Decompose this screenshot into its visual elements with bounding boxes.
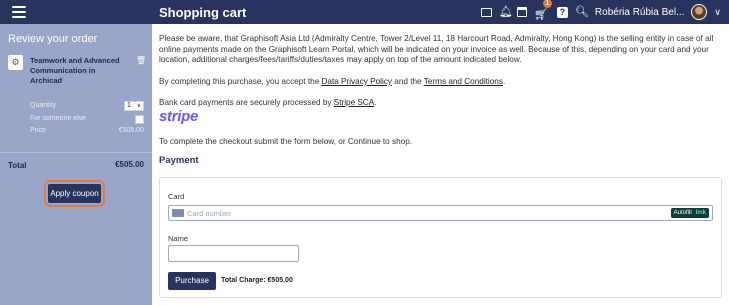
- menu-icon[interactable]: [12, 6, 26, 18]
- total-value: €505.00: [115, 160, 144, 169]
- selling-entity-notice: Please be aware, that Graphisoft Asia Lt…: [159, 34, 714, 64]
- top-bar: Shopping cart 🔔︎ 🛒︎ 1 ? 🔍︎ Robéria Rúbia…: [0, 0, 729, 24]
- apply-coupon-button[interactable]: Apply coupon: [48, 184, 101, 203]
- price-value: €505.00: [118, 127, 144, 134]
- help-icon[interactable]: ?: [556, 6, 568, 18]
- name-input[interactable]: [168, 245, 299, 262]
- cart-button[interactable]: 🛒︎ 1: [533, 0, 552, 21]
- chevron-down-icon[interactable]: ∨: [714, 7, 721, 18]
- payment-heading: Payment: [159, 155, 199, 166]
- bank-prefix: Bank card payments are securely processe…: [159, 98, 332, 107]
- quantity-select[interactable]: 1 ∨: [124, 101, 144, 111]
- someone-else-checkbox[interactable]: [135, 115, 144, 124]
- course-name: Teamwork and Advanced Communication in A…: [30, 56, 120, 85]
- order-sidebar: Review your order ⚙︎ Teamwork and Advanc…: [0, 24, 152, 305]
- price-label: Price: [30, 127, 46, 134]
- page-title: Shopping cart: [159, 5, 247, 20]
- mail-icon[interactable]: [480, 7, 492, 17]
- main-content: Please be aware, that Graphisoft Asia Lt…: [152, 24, 729, 305]
- terms-text: By completing this purchase, you accept …: [159, 77, 505, 88]
- cart-badge: 1: [542, 0, 552, 8]
- terms-conditions-link[interactable]: Terms and Conditions: [424, 77, 503, 86]
- terms-suffix: .: [502, 77, 506, 86]
- total-label: Total: [8, 161, 27, 170]
- course-icon: ⚙︎: [8, 55, 23, 70]
- search-icon[interactable]: 🔍︎: [575, 6, 589, 18]
- trash-icon[interactable]: 🗑︎: [136, 56, 146, 65]
- card-label: Card: [168, 192, 185, 201]
- user-name[interactable]: Robéria Rúbia Bel...: [595, 7, 685, 18]
- payment-form: Card Card number Autofill link Name Purch…: [159, 177, 722, 298]
- credit-card-icon: [172, 209, 184, 217]
- terms-prefix: By completing this purchase, you accept …: [159, 77, 320, 86]
- divider: [0, 152, 152, 153]
- stripe-logo: stripe: [159, 108, 199, 125]
- calendar-icon[interactable]: [516, 7, 527, 17]
- autofill-link-button[interactable]: Autofill link: [670, 208, 709, 218]
- name-label: Name: [168, 234, 189, 243]
- card-placeholder: Card number: [187, 209, 231, 218]
- link-label: link: [695, 210, 706, 216]
- someone-else-label: For someone else: [30, 115, 87, 122]
- terms-and: and the: [394, 77, 422, 86]
- purchase-button[interactable]: Purchase: [168, 272, 216, 290]
- checkout-hint: To complete the checkout submit the form…: [159, 137, 413, 146]
- quantity-label: Quantity: [30, 102, 57, 109]
- bank-text: Bank card payments are securely processe…: [159, 98, 377, 109]
- card-number-input[interactable]: Card number Autofill link: [168, 205, 713, 221]
- chevron-down-icon: ∨: [136, 103, 141, 109]
- cart-icon: 🛒︎: [533, 9, 548, 21]
- quantity-value: 1: [127, 102, 131, 109]
- privacy-policy-link[interactable]: Data Privacy Policy: [321, 77, 392, 86]
- autofill-label: Autofill: [673, 210, 692, 216]
- bell-icon[interactable]: 🔔︎: [499, 6, 513, 18]
- avatar[interactable]: [691, 4, 708, 20]
- total-charge: Total Charge: €505.00: [221, 277, 293, 284]
- top-icons: 🔔︎ 🛒︎ 1 ? 🔍︎ Robéria Rúbia Bel... ∨: [480, 0, 721, 24]
- bank-suffix: .: [374, 98, 377, 107]
- stripe-sca-link[interactable]: Stripe SCA: [334, 98, 375, 107]
- sidebar-title: Review your order: [8, 33, 98, 45]
